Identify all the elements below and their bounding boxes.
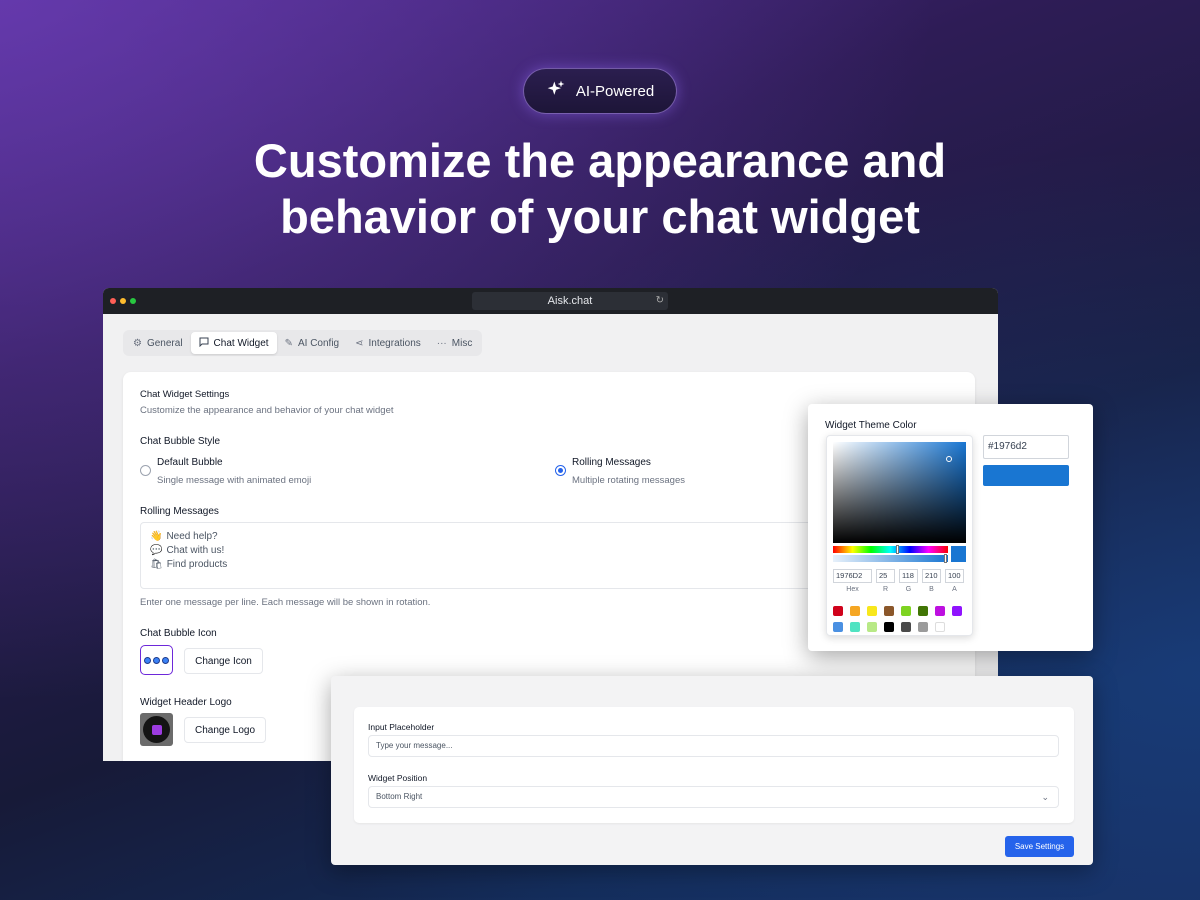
save-settings-button[interactable]: Save Settings bbox=[1005, 836, 1074, 857]
header-logo-image bbox=[140, 713, 173, 746]
magic-wand-icon: ✎ bbox=[284, 337, 293, 349]
default-bubble-desc: Single message with animated emoji bbox=[157, 475, 312, 486]
color-picker: 1976D2 25 118 210 100 Hex R G B A bbox=[826, 435, 973, 636]
rolling-messages-desc: Multiple rotating messages bbox=[572, 475, 685, 486]
color-swatch[interactable] bbox=[884, 622, 894, 632]
hue-slider[interactable] bbox=[833, 546, 948, 553]
change-icon-button[interactable]: Change Icon bbox=[184, 648, 263, 674]
alpha-slider[interactable] bbox=[833, 555, 948, 562]
gear-icon: ⚙ bbox=[133, 337, 142, 349]
close-window-button[interactable] bbox=[110, 298, 116, 304]
tab-ai-config[interactable]: ✎ AI Config bbox=[277, 332, 348, 354]
color-swatch[interactable] bbox=[850, 606, 860, 616]
headline-line-2: behavior of your chat widget bbox=[280, 190, 920, 243]
color-swatch[interactable] bbox=[867, 622, 877, 632]
tab-label: Chat Widget bbox=[213, 337, 269, 349]
blue-label: B bbox=[929, 586, 934, 593]
url-text: Aisk.chat bbox=[547, 295, 593, 307]
bubble-icon-label: Chat Bubble Icon bbox=[140, 628, 217, 639]
color-swatch[interactable] bbox=[850, 622, 860, 632]
color-swatch[interactable] bbox=[935, 606, 945, 616]
alpha-handle[interactable] bbox=[944, 554, 947, 563]
tab-label: AI Config bbox=[297, 337, 340, 349]
blue-input[interactable]: 210 bbox=[922, 569, 941, 583]
color-swatch[interactable] bbox=[833, 622, 843, 632]
reload-icon[interactable]: ↻ bbox=[656, 292, 664, 310]
tab-misc[interactable]: ··· Misc bbox=[429, 332, 481, 354]
share-nodes-icon: ⋖ bbox=[355, 337, 364, 349]
color-swatch[interactable] bbox=[884, 606, 894, 616]
color-swatch[interactable] bbox=[935, 622, 945, 632]
color-swatch[interactable] bbox=[901, 606, 911, 616]
chat-bubble-icon bbox=[140, 645, 173, 675]
theme-color-preview-bar[interactable] bbox=[983, 465, 1069, 486]
speech-bubble-icon: 💬 bbox=[150, 544, 163, 556]
settings-title: Chat Widget Settings bbox=[140, 389, 230, 400]
ai-powered-badge: AI-Powered bbox=[523, 68, 677, 114]
red-label: R bbox=[882, 586, 889, 593]
default-bubble-title: Default Bubble bbox=[157, 457, 223, 468]
settings-subtitle: Customize the appearance and behavior of… bbox=[140, 405, 394, 416]
tab-label: Misc bbox=[451, 337, 473, 349]
theme-color-panel: Widget Theme Color 1976D2 25 118 210 100… bbox=[808, 404, 1093, 651]
headline-line-1: Customize the appearance and bbox=[253, 134, 947, 187]
rolling-messages-label: Rolling Messages bbox=[140, 506, 219, 517]
hex-label: Hex bbox=[846, 586, 859, 593]
red-input[interactable]: 25 bbox=[876, 569, 895, 583]
minimize-window-button[interactable] bbox=[120, 298, 126, 304]
change-logo-button[interactable]: Change Logo bbox=[184, 717, 266, 743]
bubble-style-label: Chat Bubble Style bbox=[140, 436, 221, 447]
color-swatch[interactable] bbox=[901, 622, 911, 632]
header-logo-label: Widget Header Logo bbox=[140, 697, 232, 708]
widget-position-value: Bottom Right bbox=[376, 792, 423, 801]
rolling-messages-textarea[interactable]: 👋 Need help? 💬 Chat with us! 🛍 Find prod… bbox=[140, 522, 840, 589]
alpha-input[interactable]: 100 bbox=[945, 569, 964, 583]
tab-chat-widget[interactable]: Chat Widget bbox=[190, 332, 277, 354]
hue-handle[interactable] bbox=[896, 545, 899, 554]
shopping-bags-icon: 🛍 bbox=[150, 558, 163, 570]
alpha-label: A bbox=[952, 586, 957, 593]
green-input[interactable]: 118 bbox=[899, 569, 918, 583]
tab-general[interactable]: ⚙ General bbox=[125, 332, 191, 354]
tab-label: Integrations bbox=[368, 337, 421, 349]
color-swatch[interactable] bbox=[867, 606, 877, 616]
tab-label: General bbox=[146, 337, 183, 349]
default-bubble-radio[interactable] bbox=[140, 465, 151, 476]
color-swatch[interactable] bbox=[918, 606, 928, 616]
wave-icon: 👋 bbox=[150, 530, 163, 542]
input-placeholder-field[interactable]: Type your message... bbox=[368, 735, 1059, 757]
widget-options-card: Input Placeholder Type your message... W… bbox=[354, 707, 1074, 823]
message-square-icon bbox=[199, 337, 209, 350]
theme-color-hex-field[interactable]: #1976d2 bbox=[983, 435, 1069, 459]
browser-titlebar: Aisk.chat ↻ bbox=[103, 288, 998, 314]
window-controls bbox=[110, 298, 136, 304]
tab-integrations[interactable]: ⋖ Integrations bbox=[347, 332, 429, 354]
settings-tabs: ⚙ General Chat Widget ✎ AI Config ⋖ Inte… bbox=[123, 330, 483, 356]
address-bar[interactable]: Aisk.chat ↻ bbox=[472, 292, 668, 310]
color-swatch[interactable] bbox=[833, 606, 843, 616]
saturation-handle[interactable] bbox=[946, 456, 952, 462]
list-item: 👋 Need help? bbox=[150, 530, 218, 542]
list-item: 🛍 Find products bbox=[150, 558, 228, 570]
ellipsis-icon: ··· bbox=[436, 337, 447, 349]
widget-options-panel: Input Placeholder Type your message... W… bbox=[331, 676, 1093, 865]
theme-color-label: Widget Theme Color bbox=[825, 420, 917, 431]
rolling-messages-help: Enter one message per line. Each message… bbox=[140, 597, 431, 608]
chevron-down-icon: ⌄ bbox=[1041, 792, 1049, 802]
color-swatch[interactable] bbox=[918, 622, 928, 632]
hex-input[interactable]: 1976D2 bbox=[833, 569, 872, 583]
input-placeholder-label: Input Placeholder bbox=[368, 722, 435, 732]
widget-position-label: Widget Position bbox=[368, 773, 428, 783]
page-headline: Customize the appearance and behavior of… bbox=[0, 133, 1200, 245]
list-item: 💬 Chat with us! bbox=[150, 544, 225, 556]
rolling-messages-title: Rolling Messages bbox=[572, 457, 651, 468]
color-preview bbox=[951, 546, 966, 562]
widget-position-select[interactable]: Bottom Right ⌄ bbox=[368, 786, 1059, 808]
color-swatch[interactable] bbox=[952, 606, 962, 616]
green-label: G bbox=[905, 586, 912, 593]
rolling-messages-radio[interactable] bbox=[555, 465, 566, 476]
badge-label: AI-Powered bbox=[575, 82, 655, 100]
maximize-window-button[interactable] bbox=[130, 298, 136, 304]
sparkles-icon bbox=[546, 79, 566, 103]
